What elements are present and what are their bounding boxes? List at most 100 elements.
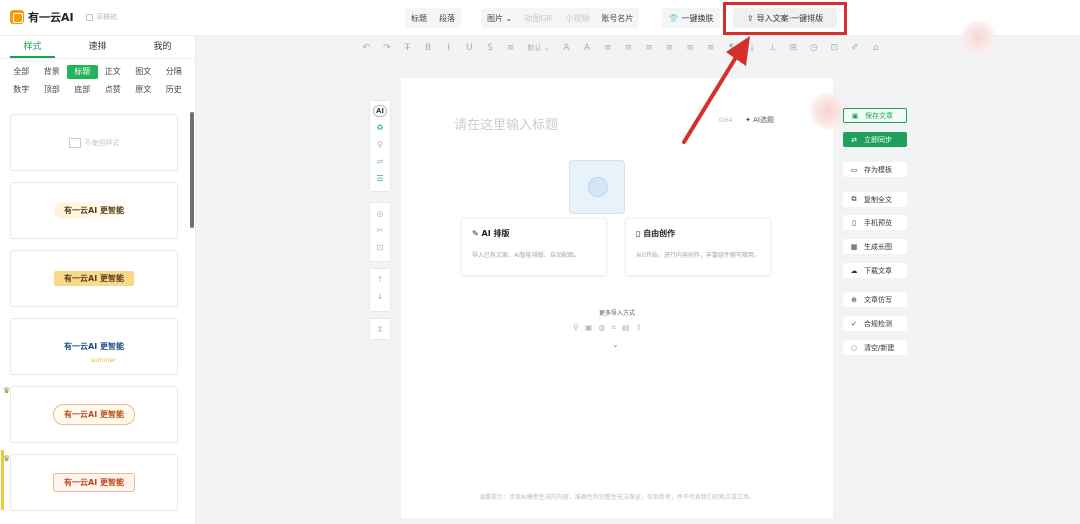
redo-icon[interactable]: ↷: [377, 43, 398, 53]
swap-icon[interactable]: ⇌: [377, 155, 384, 168]
category-like[interactable]: 点赞: [98, 83, 129, 97]
mobile-preview-button[interactable]: ▯ 手机预览: [843, 215, 907, 230]
style-card[interactable]: 有一云AI 更智能 summer: [10, 318, 178, 375]
align-center-icon[interactable]: ≡: [618, 43, 639, 53]
sync-now-button[interactable]: ⇄ 立即同步: [843, 132, 907, 147]
bulb-icon[interactable]: ♀: [377, 138, 383, 151]
italic-icon[interactable]: I: [438, 43, 459, 53]
logo-icon: [10, 10, 24, 24]
image-icon: ▦: [850, 242, 858, 251]
category-bottom[interactable]: 底部: [67, 83, 98, 97]
upload-icon[interactable]: ⇪: [635, 323, 642, 333]
nav-video[interactable]: 小视频: [559, 13, 595, 24]
clock-icon[interactable]: ◷: [804, 43, 825, 53]
style-card-none[interactable]: 不使用样式: [10, 114, 178, 171]
link-icon[interactable]: ⚲: [573, 323, 579, 333]
undo-icon[interactable]: ↶: [356, 43, 377, 53]
editor-canvas[interactable]: 请在这里输入标题 0/64 ✦ AI选题 ✎ AI 排版 导入已有文案，AI智能…: [401, 78, 833, 518]
bold-icon[interactable]: B: [418, 43, 439, 53]
category-image-text[interactable]: 图文: [128, 65, 159, 79]
nav-account-card[interactable]: 账号名片: [595, 13, 639, 24]
category-title[interactable]: 标题: [67, 65, 98, 79]
tab-quick-layout[interactable]: 速排: [65, 36, 130, 58]
style-card[interactable]: ♛ 有一云AI 更智能: [3, 454, 178, 511]
phone-icon: ▯: [852, 218, 856, 227]
more-import-label: 更多导入方式: [598, 310, 635, 317]
clear-new-button[interactable]: ◌ 清空/新建: [843, 340, 907, 355]
edit-icon[interactable]: ✐: [845, 43, 866, 53]
clear-format-icon[interactable]: T̶: [397, 43, 418, 53]
download-article-button[interactable]: ☁ 下载文章: [843, 263, 907, 278]
nav-gif[interactable]: 动图GIF: [518, 13, 559, 24]
nav-heading[interactable]: 标题: [405, 13, 433, 24]
draft-box-link[interactable]: 草稿箱: [86, 12, 117, 22]
annotation-arrow-icon: [682, 36, 750, 144]
category-all[interactable]: 全部: [6, 65, 37, 79]
underline-icon[interactable]: U: [459, 43, 480, 53]
disclaimer: 温馨提示：涉及AI模型生成的内容，准确性和完整性无法保证，仅供参考，并不代表我们…: [479, 494, 755, 501]
recycle-icon[interactable]: ♻: [376, 121, 383, 134]
align-left-icon[interactable]: ≡: [597, 43, 618, 53]
one-key-skin-button[interactable]: 👕 一键换肤: [662, 8, 720, 28]
free-create-card[interactable]: ▯ 自由创作 从0开始，进行内容创作，丰富组件随写随用。: [625, 218, 771, 276]
style-card[interactable]: 有一云AI 更智能: [10, 182, 178, 239]
long-image-button[interactable]: ▦ 生成长图: [843, 239, 907, 254]
highlight-color-icon[interactable]: A: [577, 43, 598, 53]
imitate-article-button[interactable]: ⊕ 文章仿写: [843, 292, 907, 307]
copy-all-button[interactable]: ⧉ 复制全文: [843, 192, 907, 207]
category-background[interactable]: 背景: [37, 65, 68, 79]
home-icon[interactable]: ⌂: [865, 43, 886, 53]
save-article-button[interactable]: ▣ 保存文章: [843, 108, 907, 123]
file-icon[interactable]: ▤: [622, 323, 630, 333]
title-input[interactable]: 请在这里输入标题: [454, 114, 558, 133]
category-original[interactable]: 原文: [128, 83, 159, 97]
category-divider[interactable]: 分隔: [159, 65, 190, 79]
style-card[interactable]: 有一云AI 更智能: [10, 250, 178, 307]
arrow-up-icon[interactable]: ↑: [377, 273, 384, 286]
category-history[interactable]: 历史: [159, 83, 190, 97]
style-panel-scrollbar[interactable]: [190, 112, 194, 228]
compliance-check-button[interactable]: ✓ 合规检测: [843, 316, 907, 331]
target-icon[interactable]: ◎: [377, 207, 384, 220]
ai-icon[interactable]: AI: [372, 105, 388, 117]
category-number[interactable]: 数字: [6, 83, 37, 97]
insert-group-2: 图片 ⌄ 动图GIF 小视频 账号名片: [481, 8, 640, 28]
nav-paragraph[interactable]: 段落: [433, 13, 461, 24]
tab-styles[interactable]: 样式: [0, 36, 65, 58]
nav-image[interactable]: 图片 ⌄: [481, 13, 518, 24]
arrow-down-icon[interactable]: ↓: [377, 290, 384, 303]
expand-icon[interactable]: ⇕: [377, 323, 384, 336]
style-panel: 样式 速排 我的 全部 背景 标题 正文 图文 分隔 数字 顶部 底部 点赞 原…: [0, 36, 196, 524]
imitate-icon: ⊕: [851, 295, 857, 304]
style-tabs: 样式 速排 我的: [0, 36, 195, 58]
more-import-icons: ⚲ ▣ ◍ ⌗ ▤ ⇪: [573, 323, 642, 333]
clear-icon: ◌: [850, 343, 858, 352]
chevron-down-icon[interactable]: ⌄: [612, 340, 619, 349]
one-key-skin-label: 一键换肤: [681, 13, 714, 23]
image-icon[interactable]: ⊡: [824, 43, 845, 53]
scissors-icon[interactable]: ✂: [377, 224, 384, 237]
word-icon[interactable]: ▣: [585, 323, 593, 333]
ai-layout-card[interactable]: ✎ AI 排版 导入已有文案，AI智能排版、自动配图。: [461, 218, 607, 276]
logo[interactable]: 有一云AI: [10, 9, 74, 25]
tab-mine[interactable]: 我的: [130, 36, 195, 58]
line-spacing-icon[interactable]: ≡: [500, 43, 521, 53]
strikethrough-icon[interactable]: S: [480, 43, 501, 53]
style-card[interactable]: ♛ 有一云AI 更智能: [3, 386, 178, 443]
align-right-icon[interactable]: ≡: [639, 43, 660, 53]
copy-icon[interactable]: ⊡: [377, 241, 384, 254]
category-grid: 全部 背景 标题 正文 图文 分隔 数字 顶部 底部 点赞 原文 历史: [0, 63, 195, 97]
side-toolbar-ai: AI ♻ ♀ ⇌ ☰: [369, 100, 391, 192]
scan-icon[interactable]: ⌗: [611, 323, 616, 333]
category-body[interactable]: 正文: [98, 65, 129, 79]
format-painter-icon[interactable]: ⟂: [762, 43, 783, 53]
font-size-select[interactable]: 默认 ⌄: [521, 43, 556, 53]
font-color-icon[interactable]: A: [556, 43, 577, 53]
logo-text: 有一云AI: [28, 11, 74, 24]
category-top[interactable]: 顶部: [37, 83, 68, 97]
wechat-icon[interactable]: ◍: [598, 323, 605, 333]
table-icon[interactable]: ⊞: [783, 43, 804, 53]
list-icon[interactable]: ☰: [376, 172, 383, 185]
save-template-button[interactable]: ▭ 存为模板: [843, 162, 907, 177]
wand-icon: ✎: [472, 229, 482, 238]
